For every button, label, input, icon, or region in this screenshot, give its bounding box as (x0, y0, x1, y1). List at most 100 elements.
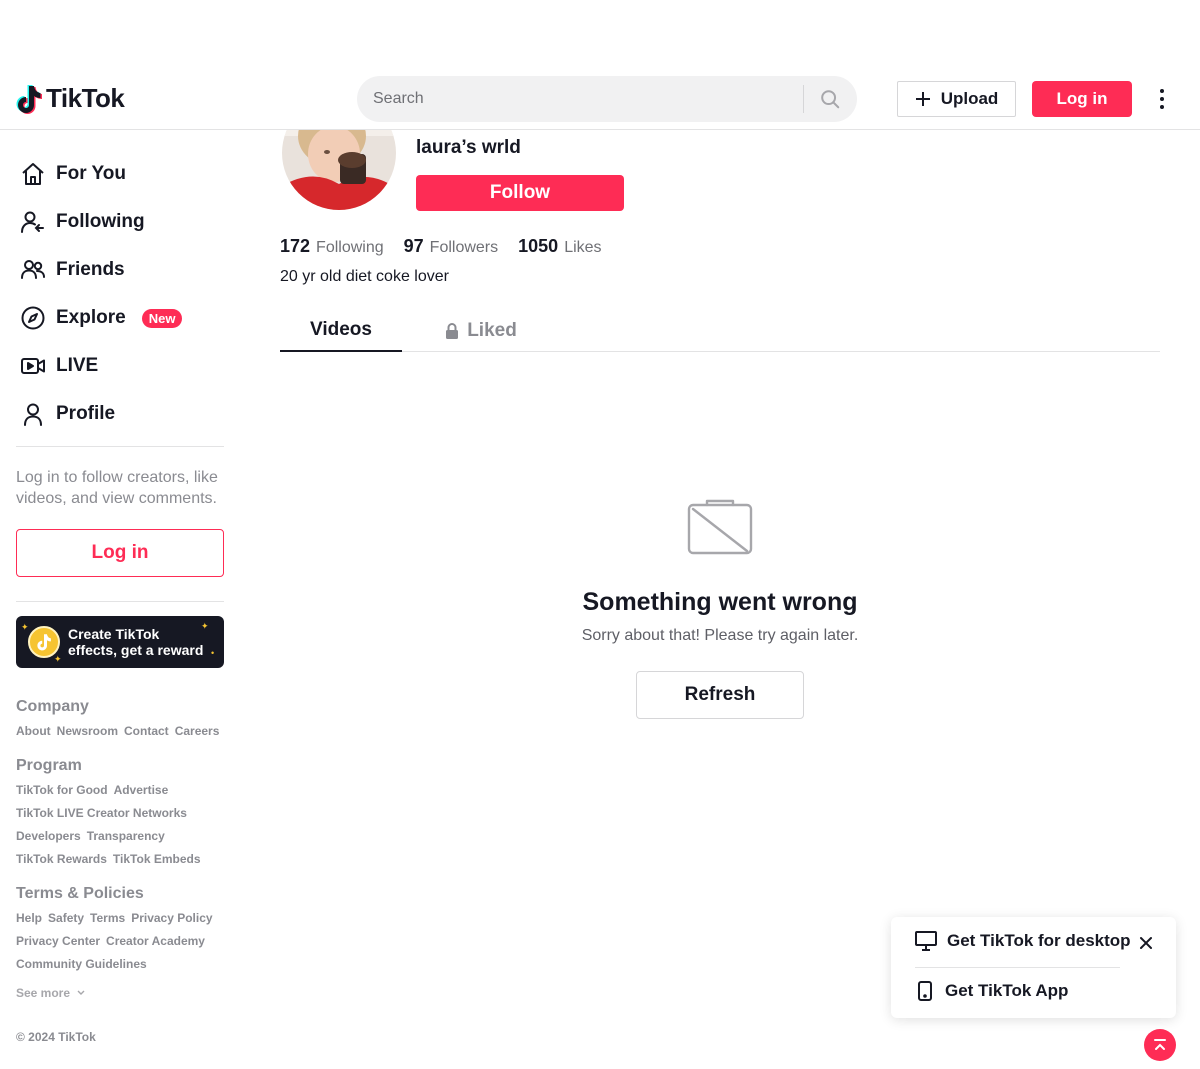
profile-stats: 172 Following 97 Followers 1050 Likes (280, 236, 602, 257)
sidebar-item-label: Friends (56, 259, 125, 280)
footer-link[interactable]: Contact (124, 724, 169, 738)
profile-tabs: Videos Liked (280, 310, 1160, 352)
footer-link[interactable]: Help (16, 911, 42, 925)
error-title: Something went wrong (582, 588, 858, 616)
mobile-phone-icon (918, 981, 932, 1001)
following-stat[interactable]: 172 Following (280, 236, 384, 257)
tab-liked[interactable]: Liked (420, 310, 542, 352)
get-desktop-label: Get TikTok for desktop (947, 931, 1131, 950)
more-menu-icon[interactable] (1152, 87, 1172, 111)
sidebar-item-profile[interactable]: Profile (16, 390, 224, 438)
sidebar-item-for-you[interactable]: For You (16, 150, 224, 198)
following-stat-label: Following (316, 239, 384, 256)
new-badge: New (141, 308, 183, 328)
profile-display-name: laura’s wrld (416, 137, 521, 158)
scroll-to-top-button[interactable] (1144, 1029, 1176, 1061)
login-prompt-text: Log in to follow creators, like videos, … (16, 469, 218, 507)
effects-reward-text: Create TikTok effects, get a reward (68, 626, 204, 658)
tab-label: Liked (467, 320, 517, 341)
footer-company-title: Company (16, 698, 89, 715)
error-subtitle: Sorry about that! Please try again later… (581, 627, 859, 644)
sidebar-item-label: Explore (56, 307, 126, 328)
sidebar-item-label: Following (56, 211, 145, 232)
plus-icon (915, 92, 930, 106)
footer-link[interactable]: Privacy Center (16, 934, 100, 948)
footer-program-links: TikTok for Good Advertise TikTok LIVE Cre… (16, 779, 224, 871)
header-login-button[interactable]: Log in (1032, 81, 1132, 117)
following-count: 172 (280, 236, 311, 256)
footer-terms-links: Help Safety Terms Privacy Policy Privacy Ce… (16, 907, 224, 976)
footer-link[interactable]: TikTok for Good (16, 783, 108, 797)
followers-stat[interactable]: 97 Followers (404, 236, 499, 257)
search-button[interactable] (804, 76, 856, 122)
footer-terms-title: Terms & Policies (16, 885, 144, 902)
footer-link[interactable]: Safety (48, 911, 84, 925)
sidebar-item-following[interactable]: Following (16, 198, 224, 246)
footer-link[interactable]: Creator Academy (106, 934, 205, 948)
likes-stat-label: Likes (564, 239, 602, 256)
tab-videos[interactable]: Videos (280, 310, 402, 352)
footer-link[interactable]: Community Guidelines (16, 957, 147, 971)
search-bar (357, 76, 857, 122)
copyright-text: © 2024 TikTok (16, 1030, 96, 1044)
footer-link[interactable]: TikTok LIVE Creator Networks (16, 806, 187, 820)
sidebar-item-friends[interactable]: Friends (16, 246, 224, 294)
sidebar-divider (16, 601, 224, 602)
get-mobile-app-link[interactable]: Get TikTok App (915, 981, 1068, 1001)
refresh-button[interactable]: Refresh (636, 671, 804, 719)
followers-count: 97 (403, 236, 424, 256)
sidebar-item-label: Profile (56, 403, 116, 424)
chevron-down-icon (77, 990, 85, 995)
home-icon (20, 161, 46, 187)
footer-link[interactable]: Advertise (114, 783, 169, 797)
logo-text: TikTok (46, 83, 125, 113)
search-input[interactable] (357, 76, 803, 122)
sidebar-item-live[interactable]: LIVE (16, 342, 224, 390)
desktop-icon (915, 931, 937, 951)
footer-program-title: Program (16, 757, 82, 774)
footer-link[interactable]: TikTok Embeds (113, 852, 201, 866)
sidebar-item-label: LIVE (56, 355, 99, 376)
profile-icon (20, 401, 46, 427)
see-more-button[interactable]: See more (16, 986, 224, 1000)
compass-icon (20, 305, 46, 331)
arrow-up-icon (1154, 1039, 1166, 1050)
get-desktop-app-link[interactable]: Get TikTok for desktop (915, 931, 1131, 951)
get-app-popup: Get TikTok for desktop Get TikTok App (891, 917, 1176, 1018)
sidebar-login-button[interactable]: Log in (16, 529, 224, 577)
tiktok-logo[interactable]: TikTok (16, 83, 125, 114)
footer-link[interactable]: Privacy Policy (131, 911, 212, 925)
sidebar: For You Following Friends Explore New LI… (16, 150, 224, 1044)
tab-label: Videos (310, 319, 372, 340)
sidebar-item-label: For You (56, 163, 127, 184)
live-icon (20, 353, 46, 379)
footer-link[interactable]: Careers (175, 724, 220, 738)
footer-company-links: About Newsroom Contact Careers (16, 720, 224, 743)
top-header: TikTok Upload Log in (0, 70, 1200, 130)
friends-icon (20, 257, 46, 283)
tiktok-logo-icon (16, 84, 42, 114)
footer-link[interactable]: Terms (90, 911, 125, 925)
upload-label: Upload (940, 89, 999, 108)
footer-link[interactable]: TikTok Rewards (16, 852, 107, 866)
get-app-label: Get TikTok App (945, 981, 1069, 1000)
footer-link[interactable]: Developers (16, 829, 81, 843)
popup-divider (915, 967, 1120, 968)
effects-reward-banner[interactable]: ✦ ✦ ✦ • Create TikTok effects, get a rew… (16, 616, 224, 668)
profile-bio: 20 yr old diet coke lover (280, 268, 449, 285)
search-icon (821, 90, 840, 109)
following-icon (20, 209, 46, 235)
see-more-label: See more (16, 986, 71, 1000)
sidebar-item-explore[interactable]: Explore New (16, 294, 224, 342)
followers-stat-label: Followers (429, 239, 499, 256)
footer-link[interactable]: Newsroom (57, 724, 118, 738)
follow-button[interactable]: Follow (416, 175, 624, 211)
likes-count: 1050 (518, 236, 559, 256)
footer-link[interactable]: Transparency (87, 829, 165, 843)
sidebar-divider (16, 446, 224, 447)
lock-icon (446, 323, 459, 339)
footer-link[interactable]: About (16, 724, 51, 738)
likes-stat: 1050 Likes (518, 236, 601, 257)
upload-button[interactable]: Upload (897, 81, 1016, 117)
close-icon[interactable] (1138, 935, 1154, 951)
